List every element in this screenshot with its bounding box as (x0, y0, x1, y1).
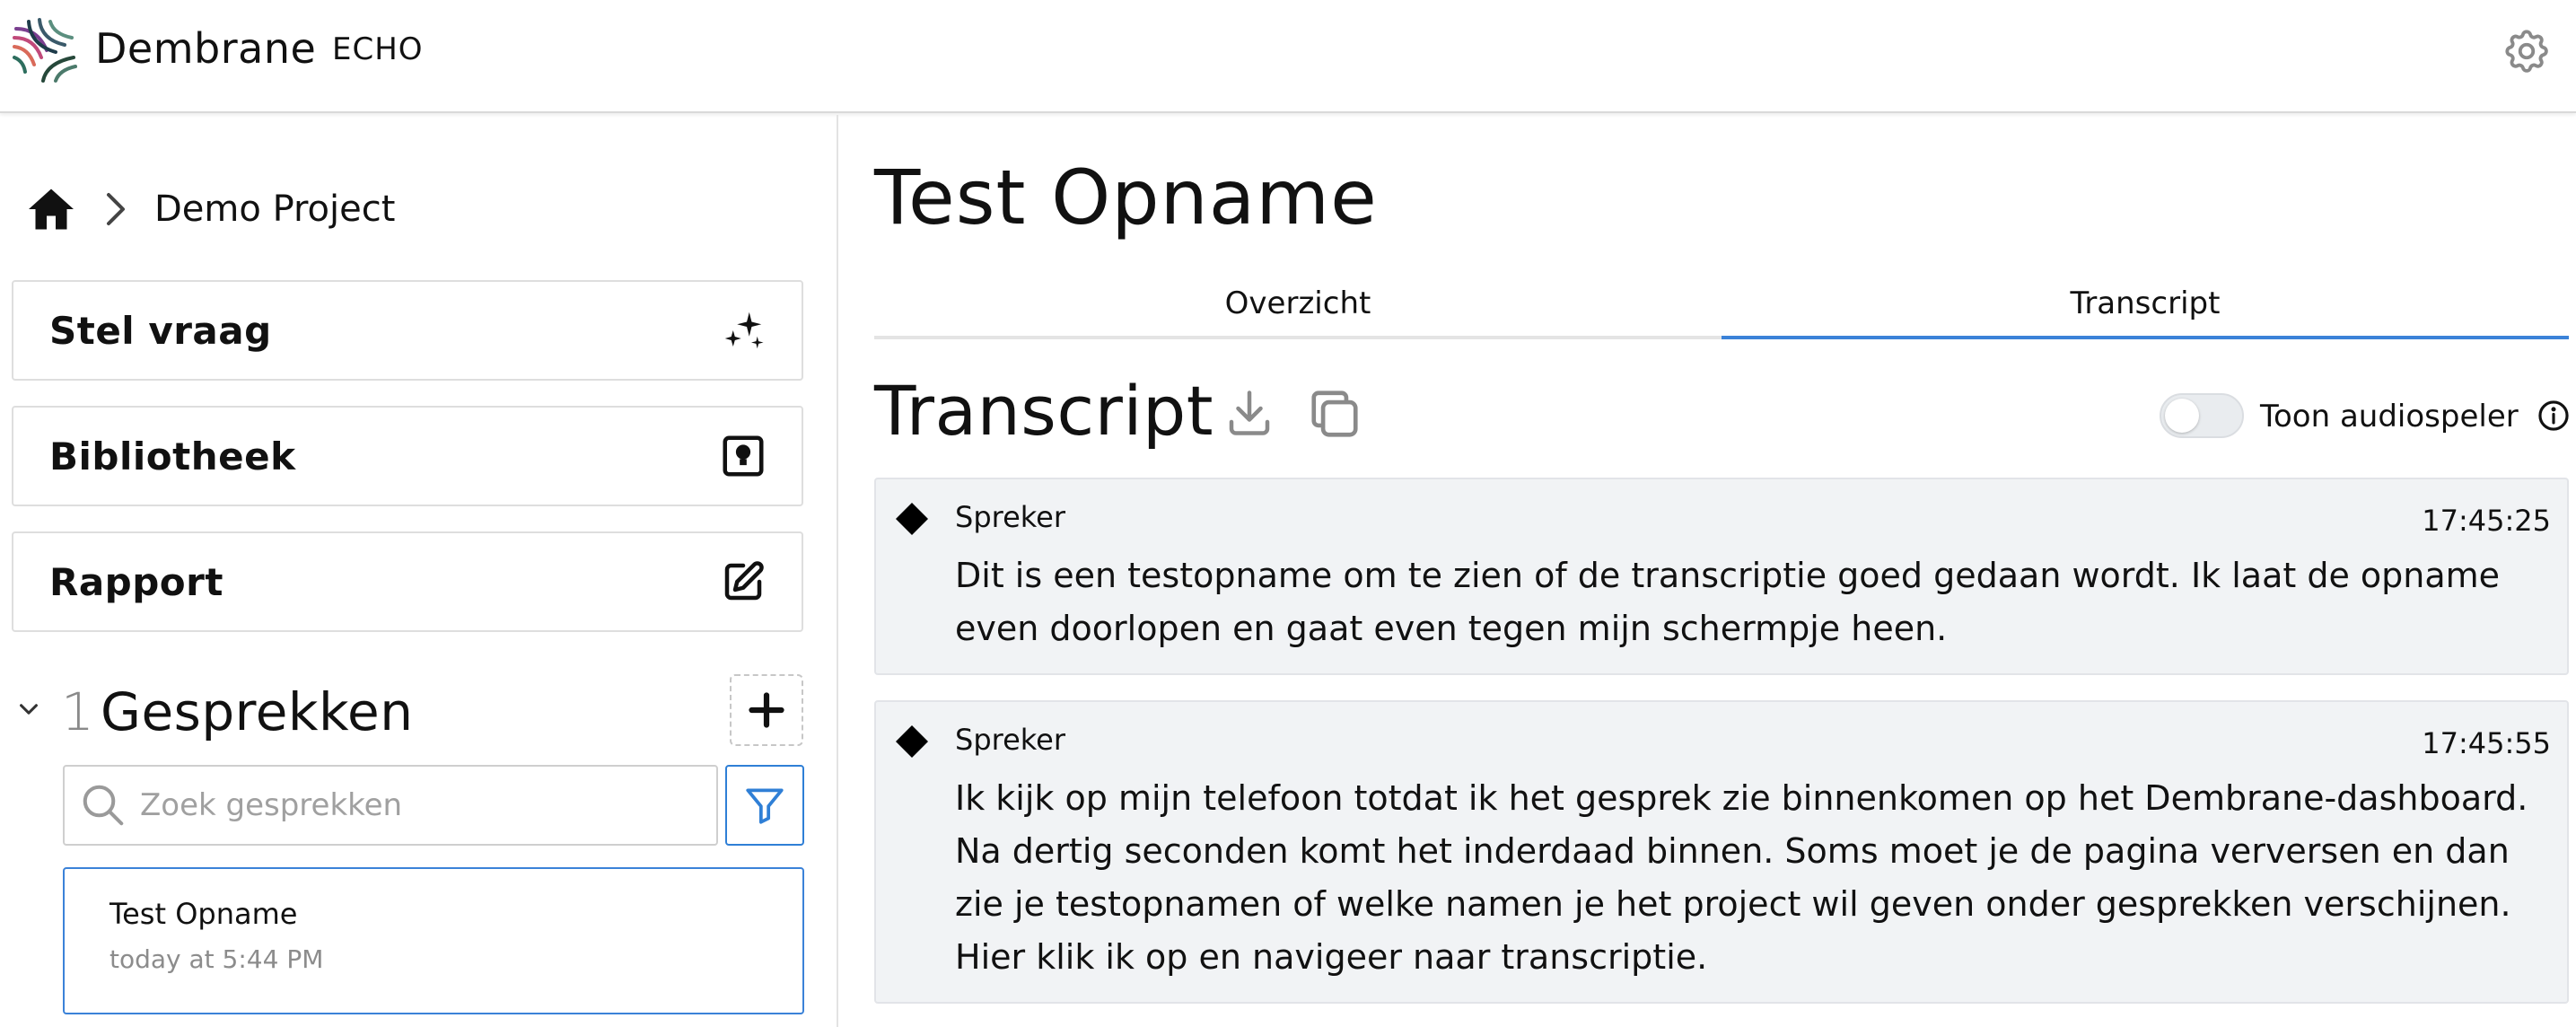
brand-name: Dembrane (95, 24, 317, 73)
nav-label: Bibliotheek (49, 434, 296, 478)
tab-transcript[interactable]: Transcript (1722, 276, 2569, 339)
copy-icon[interactable] (1307, 386, 1362, 442)
download-icon[interactable] (1222, 386, 1276, 440)
conversations-title: Gesprekken (101, 681, 414, 742)
nav-ask-question[interactable]: Stel vraag (12, 280, 803, 381)
tab-bar: Overzicht Transcript (874, 276, 2569, 339)
breadcrumb-project[interactable]: Demo Project (154, 187, 395, 232)
dembrane-logo[interactable] (11, 16, 79, 84)
info-icon[interactable] (2537, 399, 2571, 433)
top-bar: Dembrane ECHO (0, 0, 2576, 113)
gear-icon[interactable] (2501, 25, 2553, 77)
conversations-header: 1 Gesprekken (16, 672, 806, 752)
conversation-time: today at 5:44 PM (110, 944, 324, 974)
main-content: Test Opname Overzicht Transcript Transcr… (874, 115, 2569, 1027)
chevron-down-icon[interactable] (16, 697, 41, 722)
page-title: Test Opname (874, 154, 1378, 241)
search-field (63, 765, 718, 846)
add-conversation-button[interactable] (730, 674, 803, 746)
app-tag: ECHO (332, 31, 424, 67)
transcript-segment: Spreker 17:45:25 Dit is een testopname o… (874, 478, 2569, 675)
search-icon (83, 785, 124, 826)
transcript-heading: Transcript (874, 371, 1214, 451)
filter-icon (746, 788, 784, 824)
edit-icon (724, 561, 764, 601)
segment-time: 17:45:55 (2422, 726, 2551, 760)
lightbulb-icon (723, 435, 764, 477)
audio-player-toggle[interactable] (2160, 393, 2244, 438)
plus-icon (749, 692, 784, 728)
segment-speaker: Spreker (955, 500, 1065, 534)
home-icon[interactable] (23, 182, 79, 236)
conversation-item[interactable]: Test Opname today at 5:44 PM (63, 867, 804, 1014)
filter-button[interactable] (725, 765, 804, 846)
transcript-segment: Spreker 17:45:55 Ik kijk op mijn telefoo… (874, 700, 2569, 1004)
nav-report[interactable]: Rapport (12, 531, 803, 632)
toggle-knob (2165, 399, 2199, 433)
segment-text: Dit is een testopname om te zien of de t… (955, 556, 2501, 648)
audio-toggle-label: Toon audiospeler (2260, 399, 2519, 434)
search-input[interactable] (140, 787, 697, 823)
segment-text: Ik kijk op mijn telefoon totdat ik het g… (955, 778, 2528, 977)
conversation-title: Test Opname (110, 897, 298, 931)
conversations-count: 1 (61, 681, 94, 742)
nav-label: Stel vraag (49, 308, 272, 353)
sidebar: Demo Project Stel vraag Bibliotheek Rapp… (0, 115, 838, 1027)
chevron-right-icon (107, 193, 125, 225)
tab-overview[interactable]: Overzicht (874, 276, 1722, 336)
breadcrumb: Demo Project (23, 178, 395, 241)
transcript-header: Transcript Toon audiospeler (874, 368, 2569, 458)
nav-label: Rapport (49, 559, 223, 604)
speaker-diamond-icon (896, 725, 928, 758)
segment-time: 17:45:25 (2422, 504, 2551, 538)
sparkles-icon (724, 312, 764, 349)
nav-library[interactable]: Bibliotheek (12, 406, 803, 506)
speaker-diamond-icon (896, 503, 928, 535)
segment-speaker: Spreker (955, 723, 1065, 757)
